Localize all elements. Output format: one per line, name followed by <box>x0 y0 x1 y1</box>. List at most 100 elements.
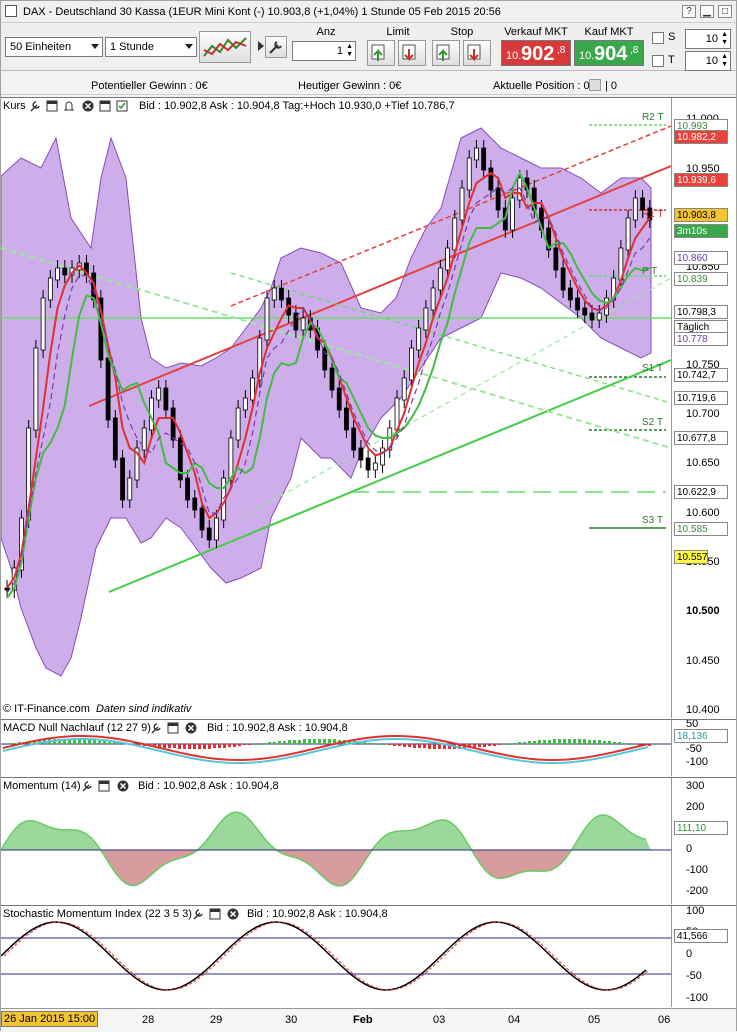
candle-body <box>560 267 566 291</box>
stochastic-panel-title: Stochastic Momentum Index (22 3 5 3) <box>3 908 192 920</box>
units-select-value: 50 Einheiten <box>10 41 72 53</box>
window-icon[interactable] <box>99 100 111 112</box>
close-icon[interactable] <box>82 100 94 112</box>
price-chart-panel[interactable]: R2 T R1 T P T S1 T S2 T S3 T Kurs Bid : 10.90… <box>1 97 736 719</box>
expand-arrow-icon[interactable] <box>258 41 264 51</box>
macd-histogram-bar <box>428 744 431 749</box>
macd-histogram-bar <box>608 741 611 744</box>
candle-body <box>40 297 46 351</box>
sell-suffix: ,8 <box>557 45 566 56</box>
stop-buy-icon <box>436 44 450 61</box>
indicator-chart-button[interactable] <box>199 31 251 63</box>
maximize-button[interactable]: □ <box>718 5 732 18</box>
candle-body <box>365 457 371 471</box>
settings-button[interactable] <box>265 36 287 58</box>
limit-sell-icon <box>402 44 416 62</box>
macd-histogram-bar <box>488 744 491 746</box>
close-icon[interactable] <box>227 908 239 920</box>
close-icon[interactable] <box>185 722 197 734</box>
macd-tick-label: -100 <box>686 756 709 768</box>
candle-body <box>351 427 357 451</box>
macd-histogram-bar <box>258 744 261 745</box>
t-checkbox[interactable] <box>652 55 664 67</box>
period-select[interactable]: 1 Stunde <box>105 37 197 57</box>
macd-histogram-bar <box>8 743 11 744</box>
macd-histogram-bar <box>178 744 181 749</box>
minimize-button[interactable]: ▁ <box>700 5 714 18</box>
disclaimer-text: Daten sind indikativ <box>96 703 192 715</box>
spin-icon[interactable]: ▲ ▼ <box>721 31 728 47</box>
macd-histogram-bar <box>483 744 486 747</box>
s-stepper[interactable]: 10 ▲ ▼ <box>685 29 731 49</box>
buy-prefix: 10. <box>579 50 595 62</box>
window-icon[interactable] <box>167 722 179 734</box>
stochastic-tick-label: 0 <box>686 948 693 960</box>
wrench-icon[interactable] <box>192 908 204 920</box>
macd-panel-info: Bid : 10.902,8 Ask : 10.904,8 <box>207 722 348 734</box>
close-position-icon[interactable] <box>589 79 601 91</box>
candle-body <box>185 477 190 501</box>
macd-histogram-bar <box>313 739 316 744</box>
momentum-canvas[interactable] <box>1 778 671 904</box>
candle-body <box>300 317 306 331</box>
candle-body <box>329 367 335 391</box>
spin-icon[interactable]: ▲ ▼ <box>346 43 353 59</box>
t-stepper[interactable]: 10 ▲ ▼ <box>685 51 731 71</box>
macd-histogram-bar <box>558 739 561 744</box>
candle-body <box>582 307 588 316</box>
candle-body <box>235 407 241 441</box>
sell-market-button[interactable]: 10. 902 ,8 <box>501 40 571 66</box>
wrench-icon[interactable] <box>81 780 93 792</box>
candle-body <box>358 447 364 461</box>
candle-body <box>445 247 450 271</box>
price-chart-canvas[interactable]: R2 T R1 T P T S1 T S2 T S3 T <box>1 98 671 718</box>
macd-histogram-bar <box>248 744 251 745</box>
wrench-icon[interactable] <box>150 722 162 734</box>
spin-icon[interactable]: ▲ ▼ <box>721 53 728 69</box>
stochastic-line <box>1 921 647 991</box>
buy-market-button[interactable]: 10. 904 ,8 <box>574 40 644 66</box>
momentum-panel-title: Momentum (14) <box>3 780 81 792</box>
time-axis-label: 29 <box>210 1014 223 1026</box>
help-button[interactable]: ? <box>682 5 696 18</box>
checkbox-icon[interactable] <box>116 100 128 112</box>
macd-histogram-bar <box>593 740 596 744</box>
close-icon[interactable] <box>117 780 129 792</box>
time-axis-label: 03 <box>433 1014 446 1026</box>
stop-buy-button[interactable] <box>432 40 460 66</box>
units-select[interactable]: 50 Einheiten <box>5 37 103 57</box>
candle-body <box>62 267 68 276</box>
stochastic-canvas[interactable] <box>1 906 671 1007</box>
stochastic-panel[interactable]: Stochastic Momentum Index (22 3 5 3) Bid… <box>1 905 736 1008</box>
anz-stepper[interactable]: 1 ▲ ▼ <box>292 41 356 61</box>
macd-panel[interactable]: MACD Null Nachlauf (12 27 9) Bid : 10.90… <box>1 719 736 777</box>
t-label: T <box>668 54 675 66</box>
position-after: | 0 <box>605 80 618 92</box>
macd-histogram-bar <box>308 739 311 744</box>
momentum-value-label: 111,10 <box>674 821 728 835</box>
momentum-panel[interactable]: Momentum (14) Bid : 10.902,8 Ask : 10.90… <box>1 777 736 905</box>
macd-histogram-bar <box>88 740 91 744</box>
sell-label: Verkauf MKT <box>504 26 568 38</box>
s-checkbox[interactable] <box>652 32 664 44</box>
stop-sell-button[interactable] <box>463 40 491 66</box>
wrench-icon[interactable] <box>29 100 41 112</box>
macd-histogram-bar <box>388 744 391 745</box>
chevron-down-icon <box>185 44 193 49</box>
momentum-tick-label: -100 <box>686 864 709 876</box>
time-axis-label: 30 <box>285 1014 298 1026</box>
bell-icon[interactable] <box>63 100 75 112</box>
window-icon[interactable] <box>46 100 58 112</box>
window-icon[interactable] <box>209 908 221 920</box>
macd-histogram-bar <box>538 740 541 744</box>
window-icon[interactable] <box>98 780 110 792</box>
macd-histogram-bar <box>403 744 406 747</box>
title-bar: DAX - Deutschland 30 Kassa (1EUR Mini Ko… <box>1 1 736 23</box>
today-profit: Heutiger Gewinn : 0€ <box>298 80 402 92</box>
macd-histogram-bar <box>573 739 576 744</box>
limit-buy-button[interactable] <box>367 40 395 66</box>
limit-label: Limit <box>386 26 410 38</box>
s-value: 10 <box>705 33 718 45</box>
macd-histogram-bar <box>478 744 481 747</box>
limit-sell-button[interactable] <box>398 40 426 66</box>
